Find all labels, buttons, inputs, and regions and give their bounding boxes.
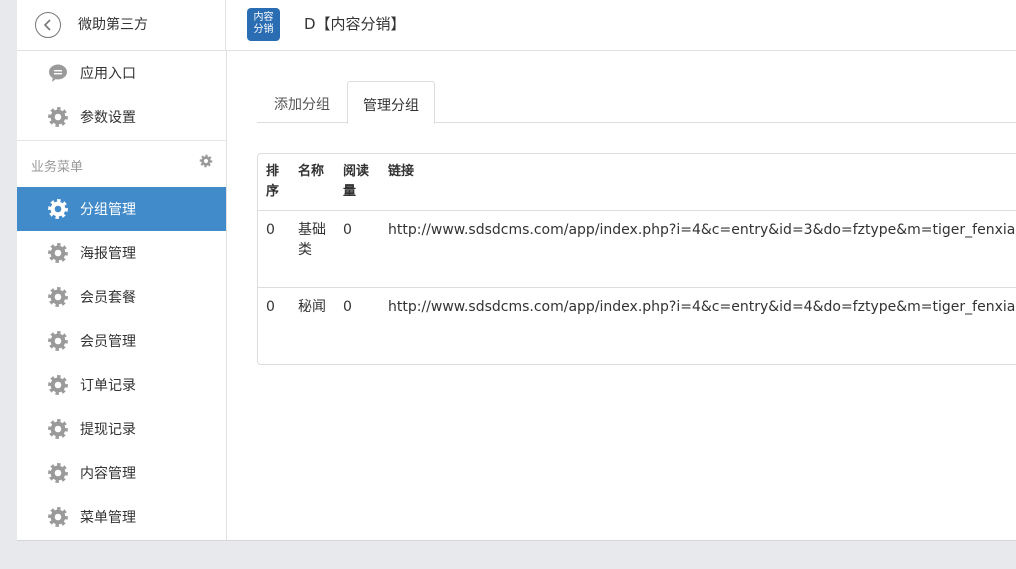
sidebar-item-label: 内容管理 [80,466,136,482]
cell-order: 0 [266,222,275,238]
back-button[interactable] [35,12,61,38]
sidebar-item-settings[interactable]: 参数设置 [17,95,226,139]
chat-bubble-icon [49,64,67,82]
module-badge-line1: 内容 [253,12,274,23]
column-header-link: 链接 [388,164,415,179]
sidebar-item-content-manage[interactable]: 内容管理 [17,451,226,495]
cell-name: 基础类 [298,222,326,258]
back-title: 微助第三方 [78,17,148,33]
sidebar-item-label: 海报管理 [80,246,136,262]
column-header-name: 名称 [298,164,325,179]
gear-icon [48,199,68,219]
sidebar-item-withdraw-records[interactable]: 提现记录 [17,407,226,451]
row-divider [258,287,1016,288]
sidebar-divider [17,140,226,141]
gear-icon [48,287,68,307]
sidebar-item-label: 订单记录 [80,378,136,394]
cell-order: 0 [266,299,275,315]
sidebar-item-label: 菜单管理 [80,510,136,526]
cell-link[interactable]: http://www.sdsdcms.com/app/index.php?i=4… [388,220,1016,240]
gear-icon [48,507,68,527]
cell-reads: 0 [343,222,352,238]
cell-link[interactable]: http://www.sdsdcms.com/app/index.php?i=4… [388,297,1016,317]
main-content: 添加分组 管理分组 排序 名称 阅读量 链接 0 基础类 0 http://ww… [227,51,1016,540]
module-badge: 内容 分销 [247,8,280,41]
tab-add-group[interactable]: 添加分组 [257,81,347,123]
tab-bar: 添加分组 管理分组 [257,81,1016,124]
cell-name: 秘闻 [298,299,326,315]
gear-icon [48,375,68,395]
sidebar-item-group-manage[interactable]: 分组管理 [17,187,226,231]
sidebar-item-app-entry[interactable]: 应用入口 [17,51,226,95]
gear-icon [48,331,68,351]
gear-icon [48,463,68,483]
gear-icon [48,419,68,439]
back-area: 微助第三方 [17,0,226,51]
module-badge-line2: 分销 [253,24,274,35]
sidebar-item-label: 参数设置 [80,110,136,126]
bottom-border [17,540,1016,541]
top-bar: 微助第三方 内容 分销 D【内容分销】 [17,0,1016,51]
sidebar-item-label: 会员套餐 [80,290,136,306]
header-divider [258,210,1016,211]
gear-icon [48,243,68,263]
sidebar-item-member-manage[interactable]: 会员管理 [17,319,226,363]
sidebar-item-order-records[interactable]: 订单记录 [17,363,226,407]
column-header-reads: 阅读量 [343,164,370,199]
sidebar-item-label: 提现记录 [80,422,136,438]
cell-reads: 0 [343,299,352,315]
chevron-left-icon [43,19,51,31]
sidebar-item-menu-manage[interactable]: 菜单管理 [17,495,226,539]
tab-manage-group[interactable]: 管理分组 [347,81,435,124]
sidebar: 应用入口 参数设置 业务菜单 分组管理 海报管理 会员套餐 会员管理 订单记录 … [17,51,227,540]
sidebar-item-label: 会员管理 [80,334,136,350]
sidebar-item-member-package[interactable]: 会员套餐 [17,275,226,319]
module-title: D【内容分销】 [304,15,406,33]
sidebar-item-poster-manage[interactable]: 海报管理 [17,231,226,275]
group-table: 排序 名称 阅读量 链接 0 基础类 0 http://www.sdsdcms.… [257,153,1016,365]
group-label: 业务菜单 [31,160,84,175]
gear-icon [48,107,68,127]
sidebar-item-label: 分组管理 [80,202,136,218]
sidebar-item-label: 应用入口 [80,66,136,82]
column-header-order: 排序 [266,164,280,199]
group-gear-icon[interactable] [199,154,213,168]
